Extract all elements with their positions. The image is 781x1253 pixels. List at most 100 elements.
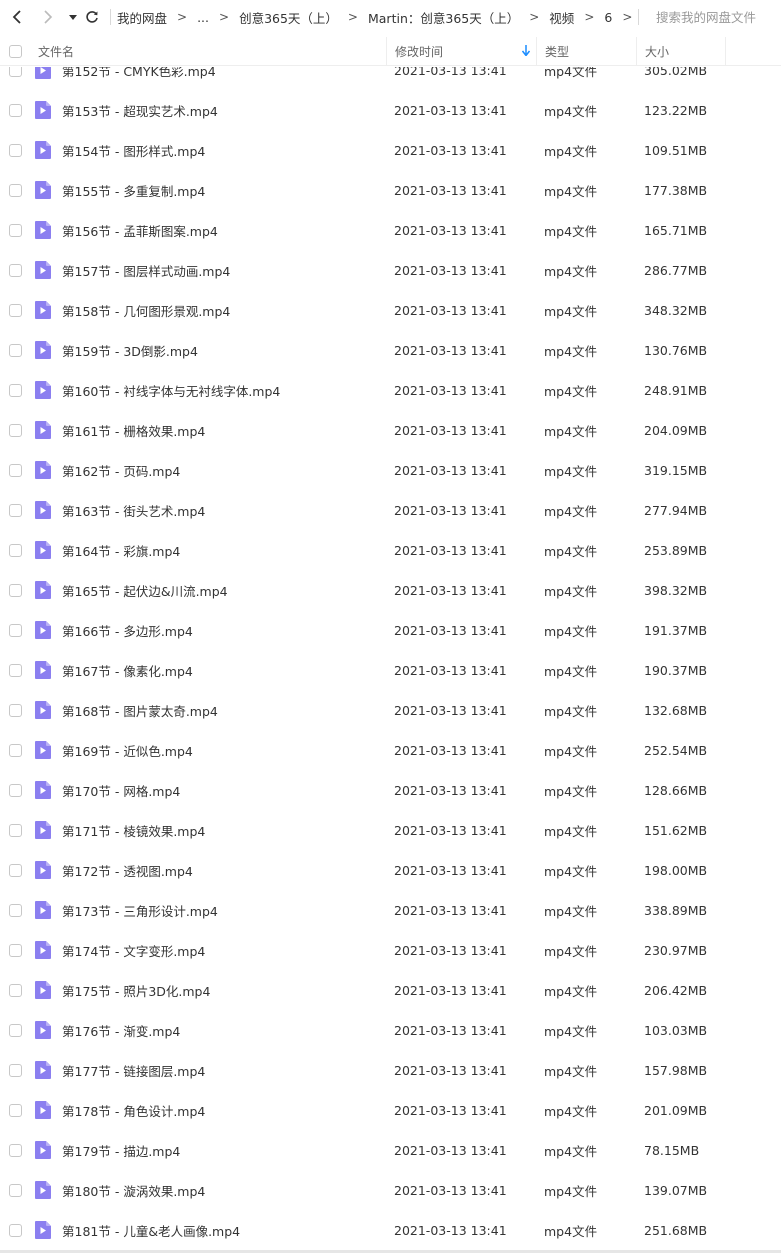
file-row[interactable]: 第180节 - 漩涡效果.mp4 2021-03-13 13:41 mp4文件 139… [0, 1170, 781, 1210]
row-checkbox[interactable] [9, 343, 22, 357]
file-row[interactable]: 第165节 - 起伏边&川流.mp4 2021-03-13 13:41 mp4文件 3… [0, 570, 781, 610]
file-name[interactable]: 第161节 - 栅格效果.mp4 [62, 410, 205, 450]
file-row[interactable]: 第168节 - 图片蒙太奇.mp4 2021-03-13 13:41 mp4文件 13… [0, 690, 781, 730]
file-row[interactable]: 第167节 - 像素化.mp4 2021-03-13 13:41 mp4文件 190.… [0, 650, 781, 690]
row-checkbox[interactable] [9, 223, 22, 237]
row-checkbox[interactable] [9, 1023, 22, 1037]
file-name[interactable]: 第154节 - 图形样式.mp4 [62, 130, 205, 170]
breadcrumb-item[interactable]: ... [197, 10, 209, 25]
file-row[interactable]: 第173节 - 三角形设计.mp4 2021-03-13 13:41 mp4文件 33… [0, 890, 781, 930]
row-checkbox[interactable] [9, 1143, 22, 1157]
file-row[interactable]: 第166节 - 多边形.mp4 2021-03-13 13:41 mp4文件 191.… [0, 610, 781, 650]
row-checkbox[interactable] [9, 423, 22, 437]
file-row[interactable]: 第156节 - 孟菲斯图案.mp4 2021-03-13 13:41 mp4文件 16… [0, 210, 781, 250]
forward-button[interactable] [30, 0, 66, 34]
row-checkbox[interactable] [9, 823, 22, 837]
file-name[interactable]: 第163节 - 街头艺术.mp4 [62, 490, 205, 530]
row-checkbox[interactable] [9, 783, 22, 797]
file-name[interactable]: 第162节 - 页码.mp4 [62, 450, 180, 490]
row-checkbox[interactable] [9, 583, 22, 597]
file-name[interactable]: 第168节 - 图片蒙太奇.mp4 [62, 690, 218, 730]
file-row[interactable]: 第157节 - 图层样式动画.mp4 2021-03-13 13:41 mp4文件 2… [0, 250, 781, 290]
row-checkbox[interactable] [9, 903, 22, 917]
file-row[interactable]: 第169节 - 近似色.mp4 2021-03-13 13:41 mp4文件 252.… [0, 730, 781, 770]
row-checkbox[interactable] [9, 943, 22, 957]
file-row[interactable]: 第177节 - 链接图层.mp4 2021-03-13 13:41 mp4文件 157… [0, 1050, 781, 1090]
column-size[interactable]: 大小 [636, 37, 726, 66]
column-time[interactable]: 修改时间 [386, 37, 536, 66]
file-row[interactable]: 第171节 - 棱镜效果.mp4 2021-03-13 13:41 mp4文件 151… [0, 810, 781, 850]
file-name[interactable]: 第167节 - 像素化.mp4 [62, 650, 193, 690]
file-row[interactable]: 第178节 - 角色设计.mp4 2021-03-13 13:41 mp4文件 201… [0, 1090, 781, 1130]
file-name[interactable]: 第176节 - 渐变.mp4 [62, 1010, 180, 1050]
file-row[interactable]: 第175节 - 照片3D化.mp4 2021-03-13 13:41 mp4文件 20… [0, 970, 781, 1010]
file-row[interactable]: 第181节 - 儿童&老人画像.mp4 2021-03-13 13:41 mp4文件… [0, 1210, 781, 1250]
row-checkbox[interactable] [9, 383, 22, 397]
file-row[interactable]: 第163节 - 街头艺术.mp4 2021-03-13 13:41 mp4文件 277… [0, 490, 781, 530]
file-row[interactable]: 第174节 - 文字变形.mp4 2021-03-13 13:41 mp4文件 230… [0, 930, 781, 970]
breadcrumb-item[interactable]: Martin：创意365天（上） [368, 8, 519, 27]
file-row[interactable]: 第162节 - 页码.mp4 2021-03-13 13:41 mp4文件 319.1… [0, 450, 781, 490]
file-name[interactable]: 第174节 - 文字变形.mp4 [62, 930, 205, 970]
row-checkbox[interactable] [9, 663, 22, 677]
file-row[interactable]: 第172节 - 透视图.mp4 2021-03-13 13:41 mp4文件 198.… [0, 850, 781, 890]
breadcrumb-item[interactable]: 我的网盘 [117, 8, 167, 27]
file-name[interactable]: 第179节 - 描边.mp4 [62, 1130, 180, 1170]
file-name[interactable]: 第164节 - 彩旗.mp4 [62, 530, 180, 570]
row-checkbox[interactable] [9, 1183, 22, 1197]
row-checkbox[interactable] [9, 703, 22, 717]
file-name[interactable]: 第175节 - 照片3D化.mp4 [62, 970, 210, 1010]
row-checkbox[interactable] [9, 543, 22, 557]
file-name[interactable]: 第156节 - 孟菲斯图案.mp4 [62, 210, 218, 250]
file-row[interactable]: 第176节 - 渐变.mp4 2021-03-13 13:41 mp4文件 103.0… [0, 1010, 781, 1050]
file-row[interactable]: 第154节 - 图形样式.mp4 2021-03-13 13:41 mp4文件 109… [0, 130, 781, 170]
file-name[interactable]: 第153节 - 超现实艺术.mp4 [62, 90, 218, 130]
file-name[interactable]: 第165节 - 起伏边&川流.mp4 [62, 570, 228, 610]
file-row[interactable]: 第160节 - 衬线字体与无衬线字体.mp4 2021-03-13 13:41 mp… [0, 370, 781, 410]
file-row[interactable]: 第164节 - 彩旗.mp4 2021-03-13 13:41 mp4文件 253.8… [0, 530, 781, 570]
row-checkbox[interactable] [9, 743, 22, 757]
file-name[interactable]: 第180节 - 漩涡效果.mp4 [62, 1170, 205, 1210]
row-checkbox[interactable] [9, 103, 22, 117]
row-checkbox[interactable] [9, 303, 22, 317]
row-checkbox[interactable] [9, 1063, 22, 1077]
row-checkbox[interactable] [9, 143, 22, 157]
file-row[interactable]: 第179节 - 描边.mp4 2021-03-13 13:41 mp4文件 78.15… [0, 1130, 781, 1170]
row-checkbox[interactable] [9, 863, 22, 877]
file-row[interactable]: 第158节 - 几何图形景观.mp4 2021-03-13 13:41 mp4文件 3… [0, 290, 781, 330]
back-button[interactable] [4, 0, 30, 34]
file-name[interactable]: 第166节 - 多边形.mp4 [62, 610, 193, 650]
file-name[interactable]: 第171节 - 棱镜效果.mp4 [62, 810, 205, 850]
row-checkbox[interactable] [9, 503, 22, 517]
file-row[interactable]: 第161节 - 栅格效果.mp4 2021-03-13 13:41 mp4文件 204… [0, 410, 781, 450]
row-checkbox[interactable] [9, 183, 22, 197]
search-input[interactable] [646, 9, 766, 25]
file-name[interactable]: 第169节 - 近似色.mp4 [62, 730, 193, 770]
file-row[interactable]: 第170节 - 网格.mp4 2021-03-13 13:41 mp4文件 128.6… [0, 770, 781, 810]
file-name[interactable]: 第181节 - 儿童&老人画像.mp4 [62, 1210, 240, 1250]
row-checkbox[interactable] [9, 263, 22, 277]
row-checkbox[interactable] [9, 983, 22, 997]
file-name[interactable]: 第177节 - 链接图层.mp4 [62, 1050, 205, 1090]
refresh-button[interactable] [80, 0, 104, 34]
file-name[interactable]: 第155节 - 多重复制.mp4 [62, 170, 205, 210]
column-type[interactable]: 类型 [536, 37, 636, 66]
select-all-checkbox[interactable] [9, 45, 22, 58]
row-checkbox[interactable] [9, 623, 22, 637]
file-name[interactable]: 第157节 - 图层样式动画.mp4 [62, 250, 230, 290]
file-row[interactable]: 第155节 - 多重复制.mp4 2021-03-13 13:41 mp4文件 177… [0, 170, 781, 210]
file-name[interactable]: 第158节 - 几何图形景观.mp4 [62, 290, 230, 330]
row-checkbox[interactable] [9, 1103, 22, 1117]
history-dropdown-button[interactable] [66, 0, 80, 34]
row-checkbox[interactable] [9, 463, 22, 477]
file-name[interactable]: 第173节 - 三角形设计.mp4 [62, 890, 218, 930]
file-row[interactable]: 第153节 - 超现实艺术.mp4 2021-03-13 13:41 mp4文件 12… [0, 90, 781, 130]
breadcrumb-item[interactable]: 视频 [549, 8, 574, 27]
file-name[interactable]: 第160节 - 衬线字体与无衬线字体.mp4 [62, 370, 280, 410]
file-name[interactable]: 第170节 - 网格.mp4 [62, 770, 180, 810]
file-name[interactable]: 第159节 - 3D倒影.mp4 [62, 330, 198, 370]
file-name[interactable]: 第172节 - 透视图.mp4 [62, 850, 193, 890]
breadcrumb-item[interactable]: 创意365天（上） [239, 8, 338, 27]
file-list[interactable]: 第152节 - CMYK色彩.mp4 2021-03-13 13:41 mp4文件 3… [0, 50, 781, 1253]
column-name[interactable]: 文件名 [38, 37, 74, 66]
